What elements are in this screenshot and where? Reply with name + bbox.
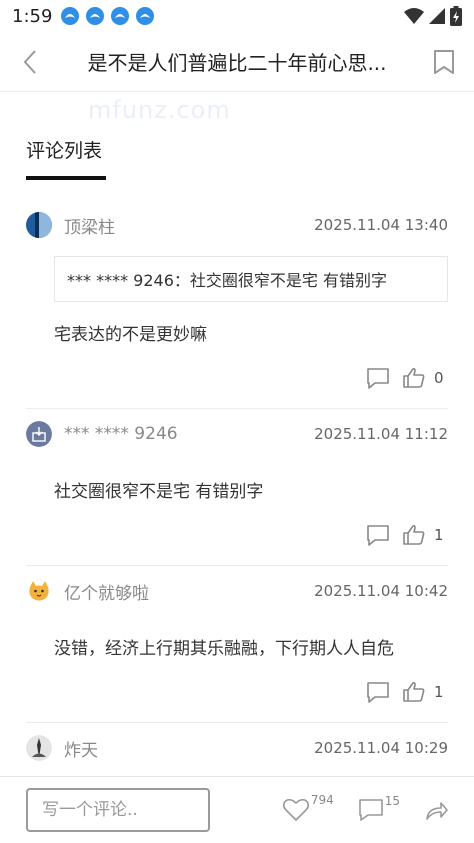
comment-header: 顶梁柱 2025.11.04 13:40 bbox=[26, 200, 448, 250]
comment-author[interactable]: 炸天 bbox=[64, 736, 98, 761]
bookmark-icon bbox=[434, 49, 454, 74]
avatar[interactable] bbox=[26, 421, 52, 447]
reply-icon bbox=[367, 682, 389, 703]
comment-header: *** **** 9246 2025.11.04 11:12 bbox=[26, 409, 448, 459]
chevron-left-icon bbox=[23, 49, 36, 74]
comments-button[interactable]: 15 bbox=[358, 794, 400, 822]
heart-icon bbox=[282, 798, 309, 821]
reply-button[interactable] bbox=[366, 524, 390, 546]
quoted-comment: *** **** 9246：社交圈很窄不是宅 有错别字 bbox=[54, 256, 448, 302]
signal-icon bbox=[429, 8, 445, 24]
reply-icon bbox=[367, 525, 389, 546]
comment-header: 炸天 2025.11.04 10:29 bbox=[26, 723, 448, 773]
comment-time: 2025.11.04 11:12 bbox=[314, 425, 448, 443]
qq-notification-icon bbox=[111, 7, 130, 25]
like-button[interactable]: 1 bbox=[402, 524, 448, 546]
qq-notification-icon bbox=[136, 7, 155, 25]
page-title: 是不是人们普遍比二十年前心思... bbox=[87, 51, 387, 75]
like-count: 1 bbox=[434, 683, 444, 701]
title-bar: 是不是人们普遍比二十年前心思... bbox=[0, 32, 474, 92]
comment-icon bbox=[358, 799, 383, 821]
tab-underline bbox=[26, 176, 106, 180]
comment-list: 顶梁柱 2025.11.04 13:40 *** **** 9246：社交圈很窄… bbox=[0, 200, 474, 773]
comment-total: 15 bbox=[384, 794, 400, 808]
like-count: 0 bbox=[434, 369, 444, 387]
qq-notification-icon bbox=[86, 7, 105, 25]
thumbs-up-icon bbox=[403, 524, 425, 545]
comment-input[interactable] bbox=[26, 788, 210, 832]
status-bar: 1:59 bbox=[0, 0, 474, 32]
status-time: 1:59 bbox=[12, 5, 53, 27]
comment-time: 2025.11.04 13:40 bbox=[314, 216, 448, 234]
qq-notification-icon bbox=[61, 7, 80, 25]
back-button[interactable] bbox=[0, 32, 60, 92]
like-count: 1 bbox=[434, 526, 444, 544]
like-article-button[interactable]: 794 bbox=[282, 793, 334, 823]
wifi-icon bbox=[404, 8, 424, 24]
comment-content: 社交圈很窄不是宅 有错别字 bbox=[54, 482, 264, 502]
comment-item: 亿个就够啦 2025.11.04 10:42 没错，经济上行期其乐融融，下行期人… bbox=[26, 566, 448, 723]
comment-item: *** **** 9246 2025.11.04 11:12 社交圈很窄不是宅 … bbox=[26, 409, 448, 566]
default-avatar-icon bbox=[26, 421, 52, 447]
like-button[interactable]: 0 bbox=[402, 367, 448, 389]
reply-icon bbox=[367, 368, 389, 389]
comment-header: 亿个就够啦 2025.11.04 10:42 bbox=[26, 566, 448, 616]
bottom-actions: 794 15 bbox=[282, 793, 448, 823]
status-right bbox=[404, 6, 462, 26]
reply-button[interactable] bbox=[366, 681, 390, 703]
comment-actions: 1 bbox=[26, 505, 448, 565]
bottom-bar: 794 15 bbox=[0, 776, 474, 843]
comment-actions: 1 bbox=[26, 662, 448, 722]
like-button[interactable]: 1 bbox=[402, 681, 448, 703]
like-total: 794 bbox=[310, 793, 334, 807]
comment-author[interactable]: *** **** 9246 bbox=[64, 424, 178, 444]
comment-time: 2025.11.04 10:42 bbox=[314, 582, 448, 600]
bookmark-button[interactable] bbox=[414, 32, 474, 92]
avatar[interactable] bbox=[26, 735, 52, 761]
avatar[interactable] bbox=[26, 212, 52, 238]
thumbs-up-icon bbox=[403, 681, 425, 702]
comment-item: 顶梁柱 2025.11.04 13:40 *** **** 9246：社交圈很窄… bbox=[26, 200, 448, 409]
share-button[interactable] bbox=[424, 798, 448, 822]
comment-time: 2025.11.04 10:29 bbox=[314, 739, 448, 757]
tab-comment-list[interactable]: 评论列表 bbox=[26, 136, 102, 163]
character-avatar-icon bbox=[26, 735, 52, 761]
cat-avatar-icon bbox=[26, 578, 52, 604]
thumbs-up-icon bbox=[403, 367, 425, 388]
tab-label: 评论列表 bbox=[26, 140, 103, 162]
reply-button[interactable] bbox=[366, 367, 390, 389]
avatar[interactable] bbox=[26, 578, 52, 604]
comment-item: 炸天 2025.11.04 10:29 bbox=[26, 723, 448, 773]
share-icon bbox=[426, 802, 448, 820]
comment-content: 没错，经济上行期其乐融融，下行期人人自危 bbox=[54, 639, 394, 659]
watermark: mfunz.com bbox=[88, 96, 231, 124]
avatar-image bbox=[26, 212, 52, 238]
comment-content: 宅表达的不是更妙嘛 bbox=[54, 325, 207, 345]
comment-actions: 0 bbox=[26, 348, 448, 408]
comment-author[interactable]: 亿个就够啦 bbox=[64, 579, 149, 604]
notification-icons bbox=[60, 6, 155, 26]
comment-author[interactable]: 顶梁柱 bbox=[64, 213, 115, 238]
battery-icon bbox=[450, 6, 462, 26]
